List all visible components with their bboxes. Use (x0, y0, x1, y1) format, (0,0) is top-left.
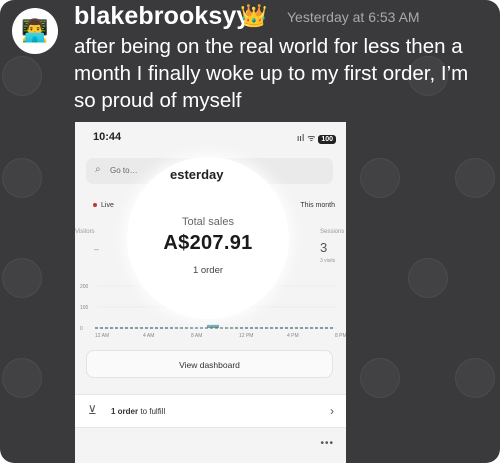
username[interactable]: blakebrooksyy (74, 2, 250, 31)
magnifier-header: esterday (170, 167, 224, 182)
fulfill-count: 1 order (111, 407, 139, 416)
total-sales-value: A$207.91 (163, 232, 253, 254)
message-text: after being on the real world for less t… (74, 35, 469, 112)
range-selector[interactable]: This month (300, 202, 335, 209)
search-placeholder: Go to… (110, 166, 138, 175)
x-tick-label: 4 AM (143, 333, 154, 339)
signal-wifi-icon: ııl ᯤ (296, 134, 316, 144)
watermark-icon (2, 358, 42, 398)
live-label: Live (101, 202, 114, 209)
visitors-value: – (94, 244, 100, 254)
more-icon[interactable]: ••• (320, 438, 334, 449)
avatar[interactable]: 👨‍💻 (12, 8, 58, 54)
x-tick-label: 4 PM (287, 333, 299, 339)
message-card: 👨‍💻 blakebrooksyy 👑 Yesterday at 6:53 AM… (0, 0, 500, 463)
sessions-sub: 3 visits (320, 258, 336, 264)
fulfill-suffix: to fulfill (140, 407, 166, 416)
attached-screenshot[interactable]: 10:44 ııl ᯤ 100 ⌕ Go to… Live This month… (75, 122, 346, 463)
fulfill-text: 1 order to fulfill (111, 407, 165, 416)
status-time: 10:44 (93, 131, 122, 143)
y-tick-label: 0 (80, 326, 83, 332)
view-dashboard-button[interactable]: View dashboard (86, 350, 333, 378)
x-tick-label: 12 AM (95, 333, 109, 339)
watermark-icon (2, 56, 42, 96)
x-tick-label: 12 PM (239, 333, 253, 339)
timestamp: Yesterday at 6:53 AM (287, 9, 420, 25)
watermark-icon (455, 358, 495, 398)
watermark-icon (2, 158, 42, 198)
x-tick-label: 8 AM (191, 333, 202, 339)
x-tick-label: 8 PM (335, 333, 346, 339)
chevron-right-icon: › (330, 404, 334, 418)
orders-count: 1 order (192, 265, 224, 276)
watermark-icon (360, 358, 400, 398)
search-icon: ⌕ (95, 164, 101, 175)
live-dot-icon (93, 203, 97, 208)
fulfill-row[interactable]: ⊻ 1 order to fulfill › (75, 394, 346, 428)
sessions-label: Sessions (320, 229, 345, 235)
y-tick-label: 100 (80, 305, 89, 311)
watermark-icon (2, 258, 42, 298)
sessions-value: 3 (320, 240, 328, 255)
live-indicator[interactable]: Live (93, 202, 114, 209)
watermark-icon (408, 258, 448, 298)
y-tick-label: 200 (80, 284, 89, 290)
download-box-icon: ⊻ (88, 403, 97, 417)
watermark-icon (455, 158, 495, 198)
crown-icon: 👑 (240, 4, 268, 29)
visitors-label: Visitors (75, 229, 95, 235)
status-icons: ııl ᯤ 100 (297, 131, 336, 144)
magnifier-callout: esterday Total sales A$207.91 1 order (129, 159, 287, 317)
total-sales-label: Total sales (182, 216, 234, 228)
watermark-icon (360, 158, 400, 198)
avatar-emoji: 👨‍💻 (21, 18, 49, 44)
battery-icon: 100 (318, 135, 336, 144)
